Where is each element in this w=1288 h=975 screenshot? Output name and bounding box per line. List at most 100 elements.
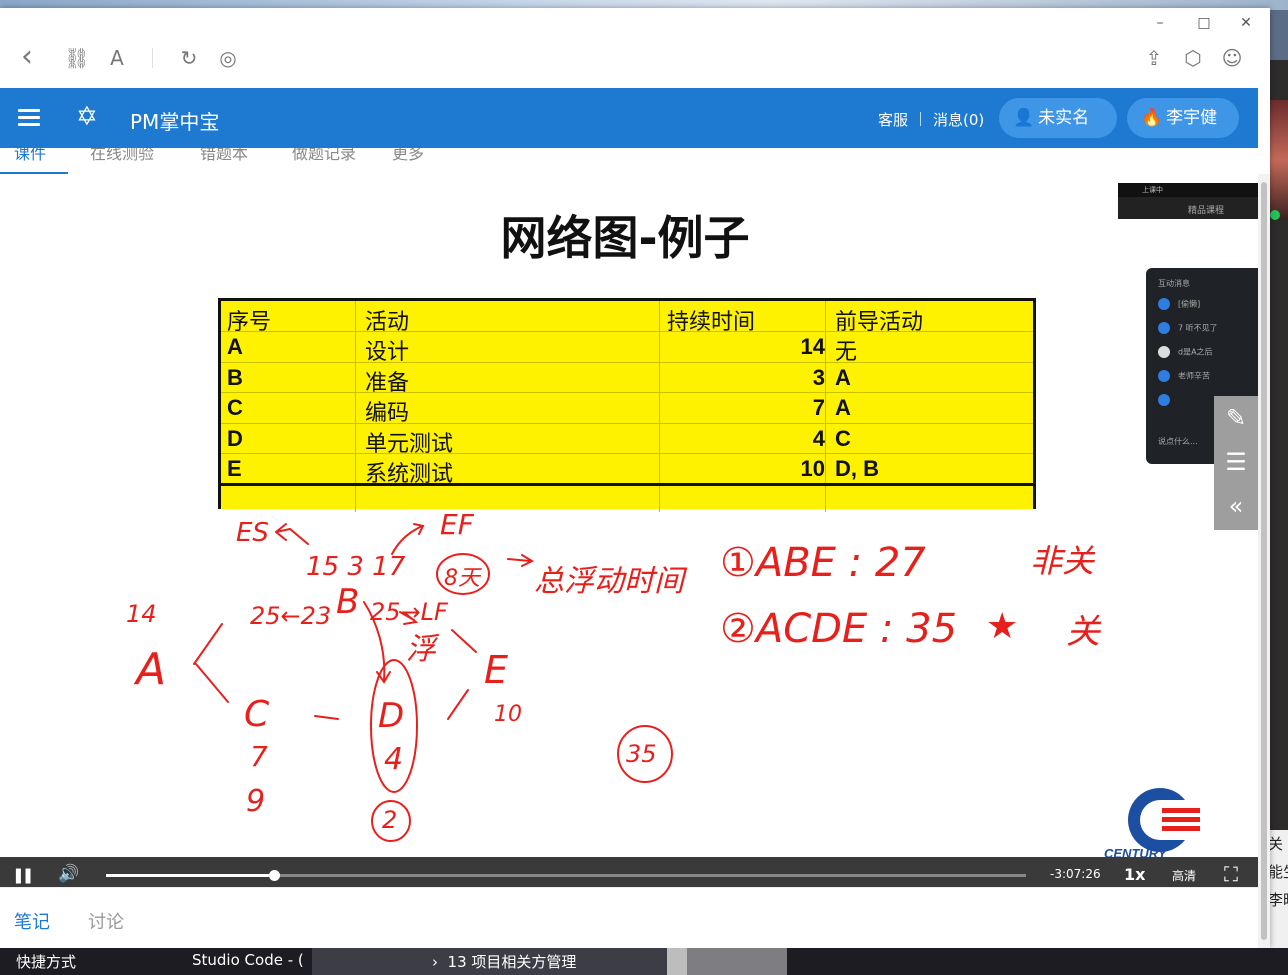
hw-total-float: 总浮动时间: [534, 564, 684, 599]
hw-non-critical: 非关: [1030, 542, 1095, 580]
tab-notes[interactable]: 笔记: [14, 908, 50, 934]
chat-text: [偷懒]: [1178, 299, 1201, 309]
flame-icon: 🔥: [1141, 108, 1163, 128]
app-header: ✡ PM掌中宝 客服 消息(0) 👤 未实名 🔥 李宇健: [0, 88, 1258, 148]
hw-lf: 25→LF: [370, 598, 448, 626]
font-size-icon[interactable]: A: [104, 46, 130, 72]
edit-icon[interactable]: ✎: [1214, 396, 1258, 440]
unverified-label: 未实名: [1038, 108, 1090, 128]
os-taskbar: 快捷方式 Studio Code - ( › 13 项目相关方管理: [0, 948, 1288, 975]
taskbar-doc-chevron-icon: ›: [432, 953, 448, 971]
teacher-camera-box[interactable]: 上课中 精品课程: [1118, 183, 1258, 219]
taskbar-item-vscode[interactable]: Studio Code - (: [192, 951, 304, 969]
person-icon: 👤: [1013, 108, 1035, 128]
hw-b-node: B: [336, 582, 360, 622]
user-name: 李宇健: [1166, 108, 1218, 128]
tab-more[interactable]: 更多: [392, 148, 424, 164]
time-remaining: -3:07:26: [1050, 867, 1101, 881]
video-player[interactable]: 网络图-例子 序号 活动 持续时间 前导活动 A 设计 14 无 B 准备 3 …: [0, 174, 1258, 887]
app-title: PM掌中宝: [130, 110, 220, 134]
hw-b-times: 15 3 17: [306, 552, 406, 582]
fullscreen-icon[interactable]: ⛶: [1224, 862, 1238, 886]
annotation-strokes: [193, 523, 673, 842]
chat-message: 老师辛苦: [1158, 370, 1210, 384]
progress-fill: [106, 874, 275, 877]
taskbar-item-shortcut[interactable]: 快捷方式: [16, 951, 76, 972]
chat-message: 7 听不见了: [1158, 322, 1218, 336]
hw-float-label: 浮: [406, 632, 436, 667]
tab-courseware[interactable]: 课件: [14, 148, 46, 164]
progress-knob[interactable]: [269, 870, 281, 881]
speed-button[interactable]: 1x: [1124, 865, 1145, 884]
chat-message: d是A之后: [1158, 346, 1213, 360]
chat-message: [1158, 394, 1178, 408]
user-device-icon[interactable]: ☺: [1219, 46, 1245, 72]
tab-discussion[interactable]: 讨论: [88, 908, 124, 934]
hw-es: ES: [236, 518, 269, 548]
hw-d-circle: 2: [382, 806, 398, 834]
reload-icon[interactable]: ↻: [176, 46, 202, 72]
unverified-button[interactable]: 👤 未实名: [999, 98, 1117, 138]
chat-message: [偷懒]: [1158, 298, 1200, 312]
chat-text: d是A之后: [1178, 347, 1213, 357]
hw-path-1: ①ABE : 27: [720, 540, 926, 586]
course-tabs: 课件 在线测验 错题本 做题记录 更多: [0, 148, 1258, 174]
hw-float-days: 8天: [444, 566, 480, 591]
menu-icon[interactable]: [18, 109, 40, 127]
hw-path-2: ②ACDE : 35: [720, 606, 958, 652]
chat-text: 老师辛苦: [1178, 371, 1210, 381]
close-button[interactable]: ✕: [1231, 15, 1261, 31]
hw-e-node: E: [484, 648, 509, 692]
comment-icon[interactable]: ☰: [1214, 440, 1258, 484]
hw-ls-lf: 25←23: [250, 602, 332, 630]
pause-icon[interactable]: ❚❚: [12, 866, 34, 884]
browser-toolbar: – □ ✕ ‹ ⛓ A ↻ ◎ ⇪ ⬡ ☺: [0, 8, 1270, 88]
tab-online-quiz[interactable]: 在线测验: [90, 148, 154, 164]
hw-ef: EF: [440, 508, 474, 541]
taskbar-item[interactable]: [667, 948, 687, 975]
volume-icon[interactable]: 🔊: [58, 864, 79, 884]
share-icon[interactable]: ⇪: [1141, 46, 1167, 72]
link-icon[interactable]: ⛓: [64, 46, 90, 72]
user-button[interactable]: 🔥 李宇健: [1127, 98, 1239, 138]
minimize-button[interactable]: –: [1145, 15, 1175, 31]
scrollbar-thumb[interactable]: [1261, 182, 1267, 940]
camera-status: 上课中: [1118, 183, 1258, 197]
collapse-icon[interactable]: «: [1214, 484, 1258, 528]
tab-practice-history[interactable]: 做题记录: [292, 148, 356, 164]
taskbar-item[interactable]: [687, 948, 787, 975]
camera-brand: 精品课程: [1188, 206, 1225, 216]
taskbar-item-document[interactable]: › 13 项目相关方管理: [312, 948, 667, 975]
hw-total: 35: [626, 740, 657, 768]
app-window: – □ ✕ ‹ ⛓ A ↻ ◎ ⇪ ⬡ ☺ ✡ PM掌中宝 客服 消息(0) 👤…: [0, 8, 1270, 948]
online-dot: [1270, 210, 1280, 220]
hw-e-duration: 10: [494, 702, 522, 727]
desktop-side-line: 关: [1268, 835, 1284, 853]
taskbar-doc-label: 13 项目相关方管理: [447, 953, 577, 971]
page-scrollbar[interactable]: [1258, 174, 1270, 948]
progress-bar[interactable]: [106, 870, 1026, 881]
hw-critical: 关: [1066, 612, 1100, 652]
chat-input[interactable]: 说点什么...: [1158, 436, 1198, 447]
hw-c-node: C: [244, 694, 270, 735]
hw-c-duration: 7: [250, 740, 268, 773]
hw-c-end: 9: [246, 784, 266, 819]
maximize-button[interactable]: □: [1189, 15, 1219, 31]
tab-wrong-questions[interactable]: 错题本: [200, 148, 248, 164]
hw-d-node: D: [378, 696, 405, 736]
hw-star: ★: [986, 606, 1019, 647]
customer-service-link[interactable]: 客服: [878, 109, 908, 130]
chat-title: 互动消息: [1158, 279, 1190, 288]
back-icon[interactable]: ‹: [14, 42, 40, 72]
compass-icon[interactable]: ◎: [215, 46, 241, 72]
star-logo-icon: ✡: [76, 102, 98, 132]
desktop-side-line: 能生: [1268, 863, 1288, 881]
messages-link[interactable]: 消息(0): [933, 109, 984, 130]
handwritten-annotations: ES EF 15 3 17 B 8天 总浮动时间 14 A 25←23 25→L…: [0, 174, 1258, 887]
chat-text: 7 听不见了: [1178, 323, 1218, 333]
hw-a-node: A: [136, 644, 167, 695]
toolbar-separator: [152, 48, 153, 68]
quality-button[interactable]: 高清: [1172, 867, 1196, 884]
cube-icon[interactable]: ⬡: [1180, 46, 1206, 72]
hw-d-duration: 4: [384, 742, 404, 777]
